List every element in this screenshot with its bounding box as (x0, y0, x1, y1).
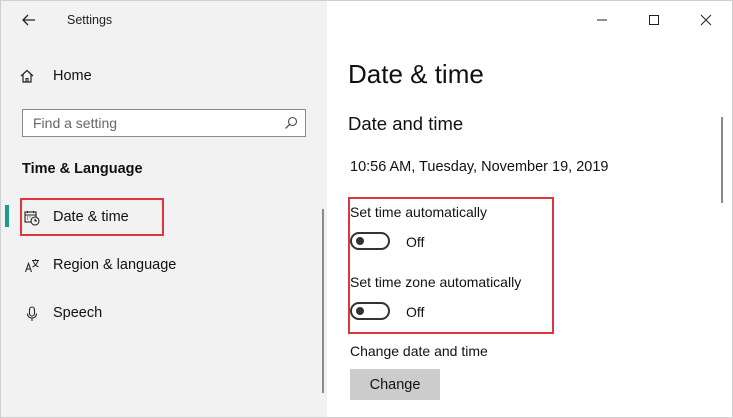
minimize-button[interactable] (576, 1, 628, 39)
sidebar-item-label: Speech (53, 305, 103, 321)
main-content: Date & time Date and time 10:56 AM, Tues… (327, 1, 732, 417)
change-button[interactable]: Change (350, 369, 440, 400)
close-icon (700, 14, 712, 26)
sidebar-section-heading: Time & Language (22, 161, 143, 177)
back-arrow-icon (22, 14, 35, 26)
language-icon (23, 257, 41, 275)
sidebar-item-speech[interactable]: Speech (1, 297, 327, 329)
change-date-time-label: Change date and time (350, 343, 488, 359)
maximize-icon (649, 15, 659, 25)
main-scrollbar[interactable] (721, 117, 723, 203)
sidebar-item-home[interactable]: Home (19, 63, 92, 89)
minimize-icon (597, 19, 607, 21)
maximize-button[interactable] (628, 1, 680, 39)
section-title: Date and time (348, 113, 464, 134)
highlight-date-time (20, 198, 164, 236)
window-controls (576, 1, 732, 39)
sidebar-home-label: Home (53, 68, 92, 84)
search-box[interactable] (22, 109, 306, 137)
title-bar: Settings (1, 1, 327, 39)
highlight-auto-settings (348, 197, 554, 334)
back-button[interactable] (17, 9, 41, 31)
sidebar-item-region-language[interactable]: Region & language (1, 249, 327, 281)
home-icon (19, 68, 41, 84)
sidebar-item-label: Region & language (53, 257, 177, 273)
current-datetime: 10:56 AM, Tuesday, November 19, 2019 (350, 159, 609, 175)
settings-window: Settings Home Time & Language (0, 0, 733, 418)
search-icon (285, 116, 298, 129)
microphone-icon (23, 305, 41, 323)
sidebar: Settings Home Time & Language (1, 1, 327, 417)
close-button[interactable] (680, 1, 732, 39)
app-title: Settings (67, 13, 113, 27)
page-title: Date & time (348, 59, 484, 89)
search-input[interactable] (33, 114, 273, 132)
sidebar-scrollbar[interactable] (322, 209, 324, 393)
selected-indicator (5, 205, 9, 227)
